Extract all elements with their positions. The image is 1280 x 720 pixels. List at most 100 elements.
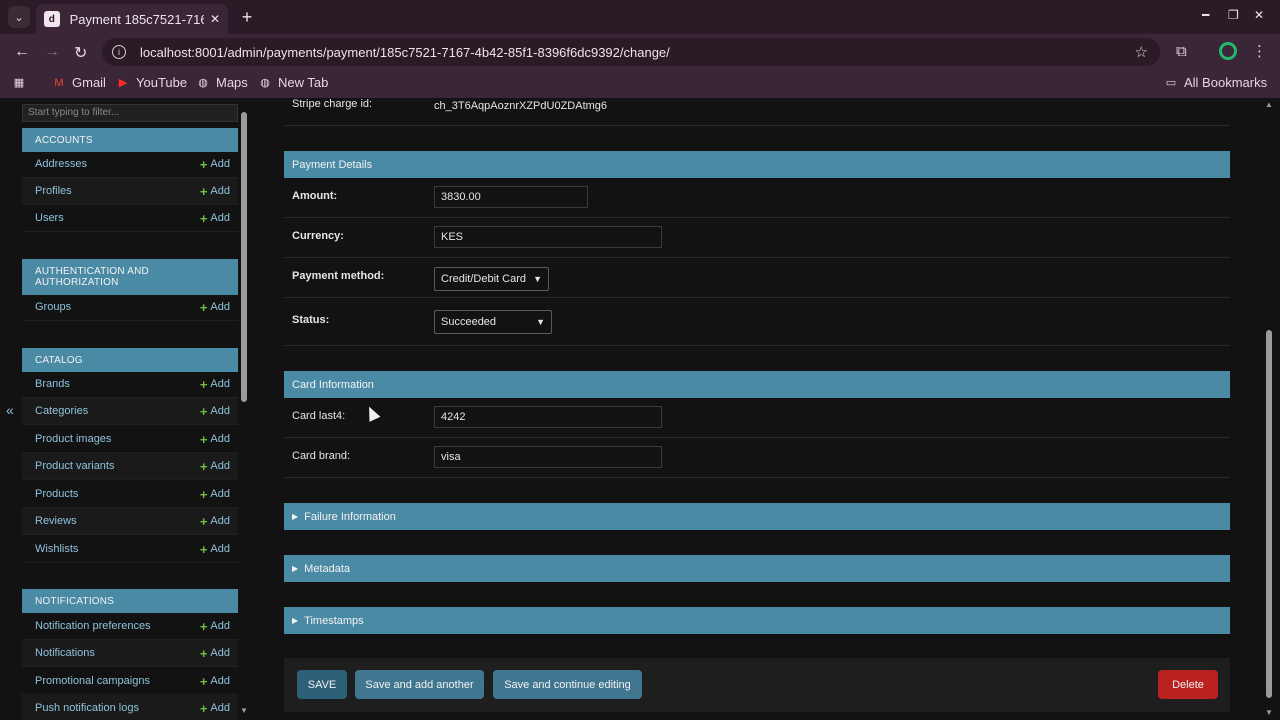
sidebar-item-reviews[interactable]: Reviews + Add (22, 508, 238, 535)
currency-label: Currency: (292, 230, 344, 242)
sidebar-item-groups[interactable]: Groups + Add (22, 294, 238, 321)
bookmarks-bar: ▦ M Gmail ▶ YouTube ◍ Maps ◍ New Tab ▭ All Bo… (0, 70, 1280, 98)
payment-method-select[interactable]: Credit/Debit Card ▼ (434, 267, 549, 291)
add-link[interactable]: + Add (200, 674, 230, 689)
sidebar-item-promotional-campaigns[interactable]: Promotional campaigns + Add (22, 668, 238, 695)
collapse-sidebar-icon[interactable]: « (6, 402, 14, 418)
site-info-icon[interactable]: i (112, 45, 126, 59)
module-header-catalog[interactable]: CATALOG (22, 348, 238, 372)
add-link[interactable]: + Add (200, 619, 230, 634)
tab-close-icon[interactable]: ✕ (210, 12, 220, 26)
globe-icon: ◍ (198, 77, 208, 89)
sidebar-item-notification-preferences[interactable]: Notification preferences + Add (22, 613, 238, 640)
plus-icon: + (199, 431, 208, 447)
fieldset-failure-information[interactable]: ▶ Failure Information (284, 503, 1230, 530)
add-link[interactable]: + Add (200, 377, 230, 392)
module-header-notifications[interactable]: NOTIFICATIONS (22, 589, 238, 613)
save-button[interactable]: SAVE (297, 670, 347, 699)
plus-icon: + (199, 210, 208, 226)
add-link[interactable]: + Add (200, 646, 230, 661)
sidebar-item-push-notification-logs[interactable]: Push notification logs + Add (22, 695, 238, 720)
admin-page: Start typing to filter... ACCOUNTS Addre… (0, 98, 1280, 720)
bookmark-gmail[interactable]: M Gmail (52, 75, 106, 90)
bookmark-star-icon[interactable]: ☆ (1135, 43, 1148, 61)
main-scrollbar-thumb[interactable] (1266, 330, 1272, 698)
apps-grid-icon[interactable]: ▦ (12, 75, 32, 89)
scroll-up-arrow-icon[interactable]: ▲ (1265, 100, 1273, 109)
tab-bar: ⌄ d Payment 185c7521-716 ✕ + ━ ❐ ✕ (0, 0, 1280, 34)
sidebar-item-users[interactable]: Users + Add (22, 205, 238, 232)
add-link[interactable]: + Add (200, 211, 230, 226)
restore-icon[interactable]: ❐ (1228, 8, 1239, 22)
plus-icon: + (199, 299, 208, 315)
currency-input[interactable]: KES (434, 226, 662, 248)
payment-method-label: Payment method: (292, 270, 385, 282)
url-omnibox[interactable]: i localhost:8001/admin/payments/payment/… (102, 38, 1160, 66)
url-text[interactable]: localhost:8001/admin/payments/payment/18… (140, 45, 670, 60)
scroll-down-arrow-icon[interactable]: ▼ (240, 706, 248, 715)
plus-icon: + (199, 156, 208, 172)
all-bookmarks[interactable]: ▭ All Bookmarks (1164, 75, 1267, 90)
address-bar: ← → ↻ i localhost:8001/admin/payments/pa… (0, 34, 1280, 70)
back-icon[interactable]: ← (14, 43, 30, 61)
menu-kebab-icon[interactable]: ⋮ (1252, 42, 1267, 60)
add-link[interactable]: + Add (200, 459, 230, 474)
forward-icon[interactable]: → (44, 43, 60, 61)
scroll-down-arrow-icon[interactable]: ▼ (1265, 708, 1273, 717)
folder-icon: ▭ (1165, 77, 1177, 89)
fieldset-metadata[interactable]: ▶ Metadata (284, 555, 1230, 582)
sidebar-item-product-images[interactable]: Product images + Add (22, 426, 238, 453)
module-header-accounts[interactable]: ACCOUNTS (22, 128, 238, 152)
active-tab[interactable]: d Payment 185c7521-716 ✕ (36, 4, 228, 34)
reload-icon[interactable]: ↻ (74, 43, 87, 63)
sidebar-item-categories[interactable]: Categories + Add (22, 398, 238, 425)
card-brand-input[interactable]: visa (434, 446, 662, 468)
close-window-icon[interactable]: ✕ (1254, 8, 1264, 22)
add-link[interactable]: + Add (200, 300, 230, 315)
module-header-auth[interactable]: AUTHENTICATION AND AUTHORIZATION (22, 259, 238, 295)
extensions-icon[interactable]: ⧉ (1176, 43, 1187, 60)
minimize-icon[interactable]: ━ (1202, 8, 1209, 22)
profile-avatar-icon[interactable] (1219, 42, 1237, 60)
amount-row: Amount: 3830.00 (284, 178, 1230, 218)
expand-triangle-icon: ▶ (292, 512, 299, 521)
plus-icon: + (199, 486, 208, 502)
card-brand-row: Card brand: visa (284, 438, 1230, 478)
fieldset-card-information: Card Information (284, 371, 1230, 398)
sidebar-filter-input[interactable]: Start typing to filter... (22, 104, 238, 122)
amount-input[interactable]: 3830.00 (434, 186, 588, 208)
sidebar-item-brands[interactable]: Brands + Add (22, 371, 238, 398)
fieldset-timestamps[interactable]: ▶ Timestamps (284, 607, 1230, 634)
card-last4-input[interactable]: 4242 (434, 406, 662, 428)
sidebar-scrollbar-thumb[interactable] (241, 112, 247, 402)
add-link[interactable]: + Add (200, 514, 230, 529)
plus-icon: + (199, 700, 208, 716)
expand-triangle-icon: ▶ (292, 564, 299, 573)
bookmark-youtube[interactable]: ▶ YouTube (116, 75, 187, 90)
sidebar-item-product-variants[interactable]: Product variants + Add (22, 453, 238, 480)
save-continue-button[interactable]: Save and continue editing (493, 670, 642, 699)
add-link[interactable]: + Add (200, 542, 230, 557)
status-select[interactable]: Succeeded ▼ (434, 310, 552, 334)
expand-triangle-icon: ▶ (292, 616, 299, 625)
sidebar-item-notifications[interactable]: Notifications + Add (22, 640, 238, 667)
add-link[interactable]: + Add (200, 487, 230, 502)
add-link[interactable]: + Add (200, 404, 230, 419)
sidebar-item-addresses[interactable]: Addresses + Add (22, 151, 238, 178)
bookmark-new-tab[interactable]: ◍ New Tab (258, 75, 328, 90)
plus-icon: + (199, 403, 208, 419)
add-link[interactable]: + Add (200, 157, 230, 172)
add-link[interactable]: + Add (200, 184, 230, 199)
add-link[interactable]: + Add (200, 701, 230, 716)
sidebar-item-profiles[interactable]: Profiles + Add (22, 178, 238, 205)
delete-button[interactable]: Delete (1158, 670, 1218, 699)
sidebar-item-products[interactable]: Products + Add (22, 481, 238, 508)
card-last4-row: Card last4: 4242 (284, 398, 1230, 438)
bookmark-maps[interactable]: ◍ Maps (196, 75, 248, 90)
sidebar-item-wishlists[interactable]: Wishlists + Add (22, 536, 238, 563)
status-row: Status: Succeeded ▼ (284, 298, 1230, 346)
tab-search-icon[interactable]: ⌄ (8, 6, 30, 28)
save-add-another-button[interactable]: Save and add another (355, 670, 484, 699)
new-tab-icon[interactable]: + (236, 6, 258, 28)
add-link[interactable]: + Add (200, 432, 230, 447)
